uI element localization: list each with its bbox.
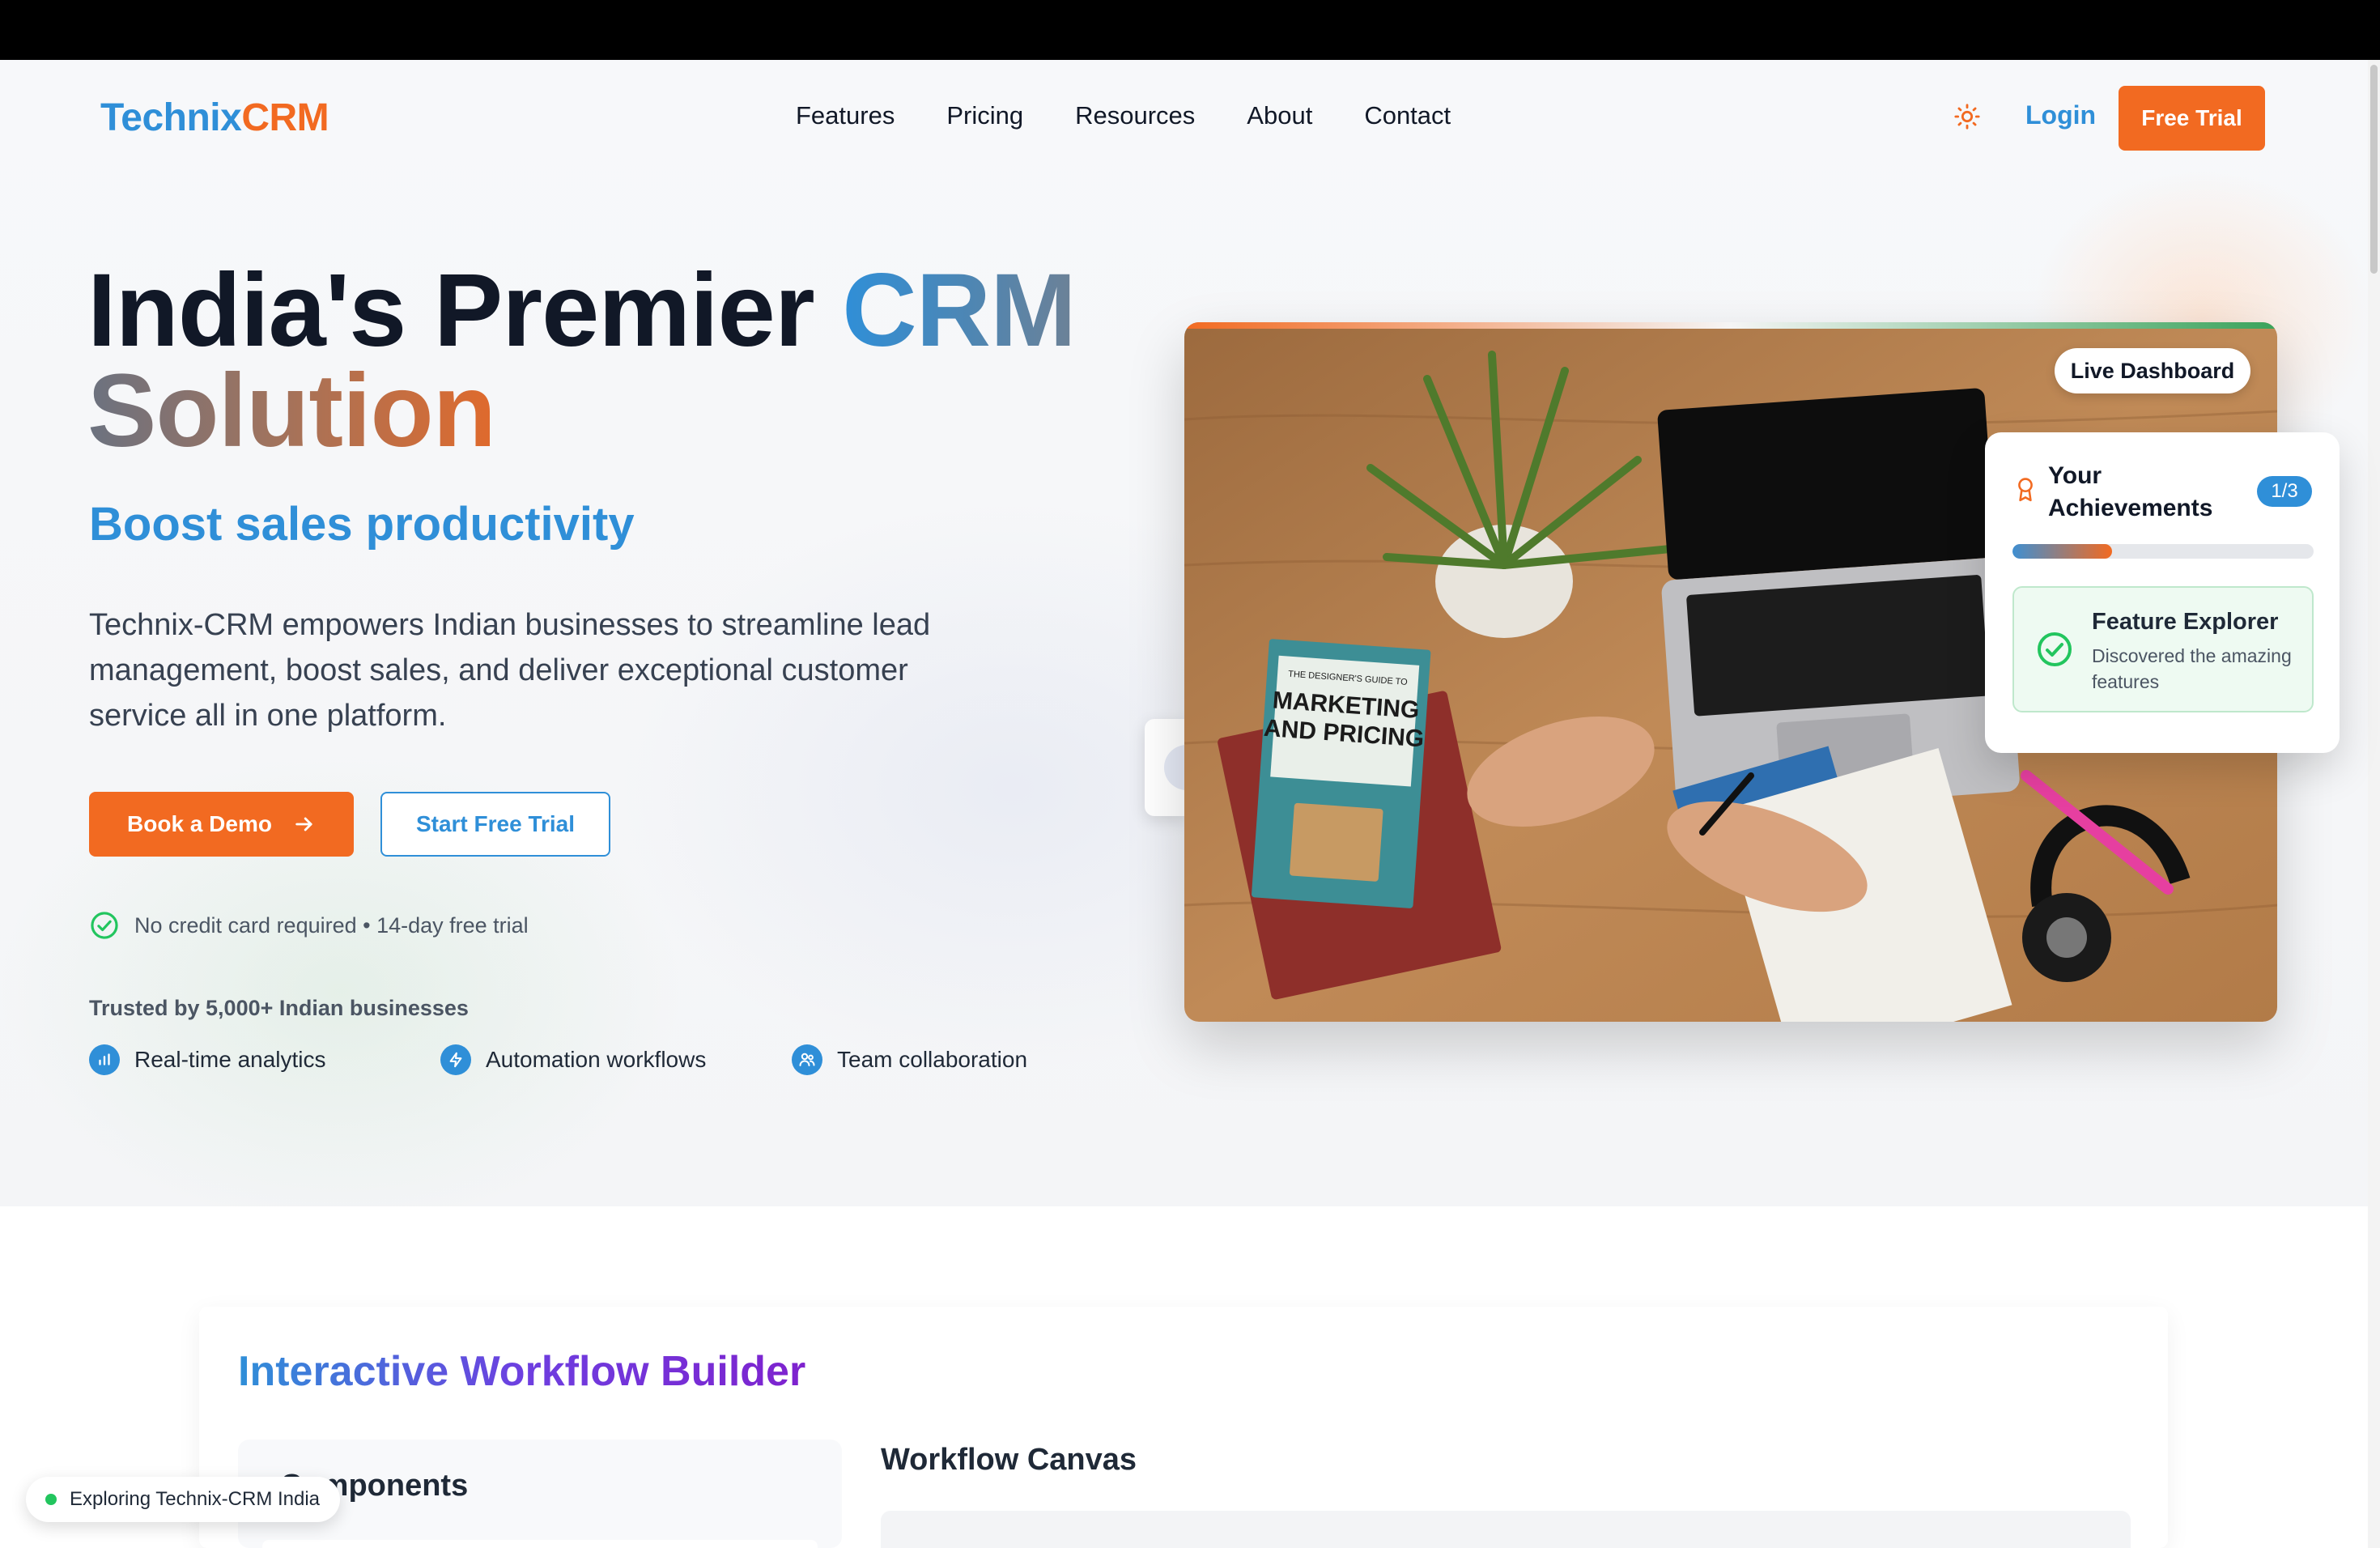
nav-item-about[interactable]: About: [1247, 101, 1312, 130]
check-circle-icon: [2038, 632, 2072, 666]
workflow-title: Interactive Workflow Builder: [238, 1348, 806, 1395]
achievements-card: Your Achievements 1/3 Feature Explorer D…: [1985, 432, 2340, 753]
browser-top-bar: [0, 0, 2380, 60]
main-nav: Features Pricing Resources About Contact: [796, 101, 1451, 130]
no-credit-card-note: No credit card required • 14-day free tr…: [89, 910, 529, 941]
bar-chart-icon: [89, 1044, 120, 1075]
live-dashboard-badge: Live Dashboard: [2055, 348, 2250, 393]
login-link[interactable]: Login: [2025, 100, 2096, 130]
lightning-icon: [440, 1044, 471, 1075]
book-demo-label: Book a Demo: [127, 811, 272, 836]
nav-item-contact[interactable]: Contact: [1364, 101, 1451, 130]
feature-collaboration-label: Team collaboration: [837, 1047, 1028, 1072]
feature-automation-label: Automation workflows: [486, 1047, 707, 1072]
achievement-item-title: Feature Explorer: [2092, 609, 2279, 635]
feature-automation: Automation workflows: [440, 1044, 706, 1075]
sun-icon[interactable]: [1953, 103, 1981, 130]
exploring-toast-text: Exploring Technix-CRM India: [70, 1488, 321, 1510]
start-free-trial-button[interactable]: Start Free Trial: [380, 792, 610, 857]
users-icon: [792, 1044, 822, 1075]
feature-collaboration: Team collaboration: [792, 1044, 1027, 1075]
achievement-item-description: Discovered the amazing features: [2092, 645, 2292, 692]
exploring-toast: Exploring Technix-CRM India: [26, 1477, 340, 1522]
feature-highlights: Real-time analytics Automation workflows…: [89, 1044, 1141, 1077]
feature-analytics: Real-time analytics: [89, 1044, 326, 1075]
brand-logo-part1: Technix: [100, 96, 242, 139]
hero-title: India's Premier CRM Solution: [87, 259, 1077, 463]
nav-item-pricing[interactable]: Pricing: [946, 101, 1023, 130]
side-panel-peek: [1145, 719, 1209, 816]
hero-title-crm: CRM: [842, 253, 1076, 368]
achievements-title: Your Achievements: [2048, 462, 2213, 521]
nav-item-features[interactable]: Features: [796, 101, 895, 130]
no-credit-card-text: No credit card required • 14-day free tr…: [134, 912, 529, 938]
feature-analytics-label: Real-time analytics: [134, 1047, 326, 1072]
status-dot: [45, 1494, 57, 1505]
free-trial-button[interactable]: Free Trial: [2119, 86, 2265, 151]
achievements-count: 1/3: [2257, 476, 2312, 507]
scrollbar-thumb[interactable]: [2370, 65, 2378, 274]
achievements-progress: [2012, 544, 2314, 559]
book-demo-button[interactable]: Book a Demo: [89, 792, 354, 857]
hero-title-line2: Solution: [87, 353, 496, 469]
award-ribbon-icon: [2018, 478, 2033, 502]
brand-logo[interactable]: TechnixCRM: [100, 96, 329, 140]
achievement-item[interactable]: Feature Explorer Discovered the amazing …: [2012, 586, 2314, 712]
workflow-canvas-title: Workflow Canvas: [881, 1443, 1137, 1477]
arrow-right-icon: [295, 817, 312, 831]
brand-logo-part2: CRM: [241, 96, 329, 139]
check-circle-icon: [91, 912, 118, 939]
hero-description: Technix-CRM empowers Indian businesses t…: [89, 608, 931, 733]
components-list: [262, 1540, 818, 1548]
hero-title-part1: India's Premier: [87, 253, 843, 368]
scrollbar-track[interactable]: [2368, 60, 2380, 1548]
tricolor-stripe: [1184, 322, 2277, 329]
achievements-progress-fill: [2012, 544, 2112, 559]
trusted-by-text: Trusted by 5,000+ Indian businesses: [89, 996, 469, 1020]
hero-subheading: Boost sales productivity: [89, 498, 635, 551]
workflow-canvas[interactable]: [881, 1511, 2131, 1548]
nav-item-resources[interactable]: Resources: [1075, 101, 1195, 130]
